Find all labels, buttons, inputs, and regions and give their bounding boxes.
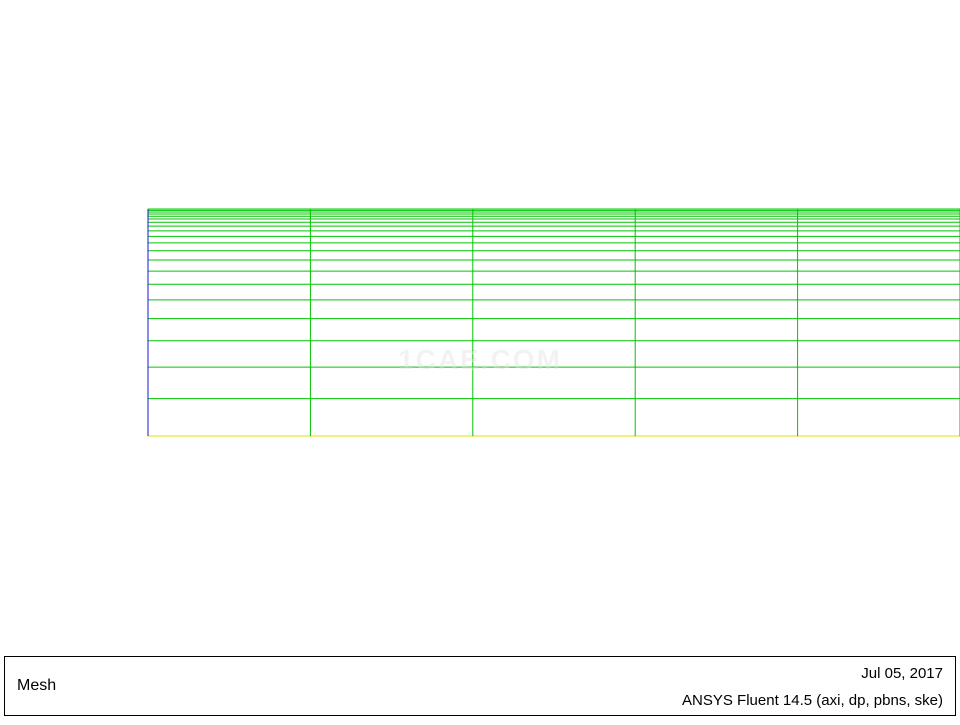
watermark-center: 1CAE.COM xyxy=(398,344,562,376)
footer-title: Mesh xyxy=(17,677,56,695)
mesh-viewport[interactable]: 1CAE.COM 流体那些事儿 方真在线 www.1CAE.com xyxy=(0,0,960,720)
footer-date: Jul 05, 2017 xyxy=(861,665,943,682)
footer-bar: Mesh Jul 05, 2017 ANSYS Fluent 14.5 (axi… xyxy=(4,656,956,716)
footer-version: ANSYS Fluent 14.5 (axi, dp, pbns, ske) xyxy=(682,692,943,709)
